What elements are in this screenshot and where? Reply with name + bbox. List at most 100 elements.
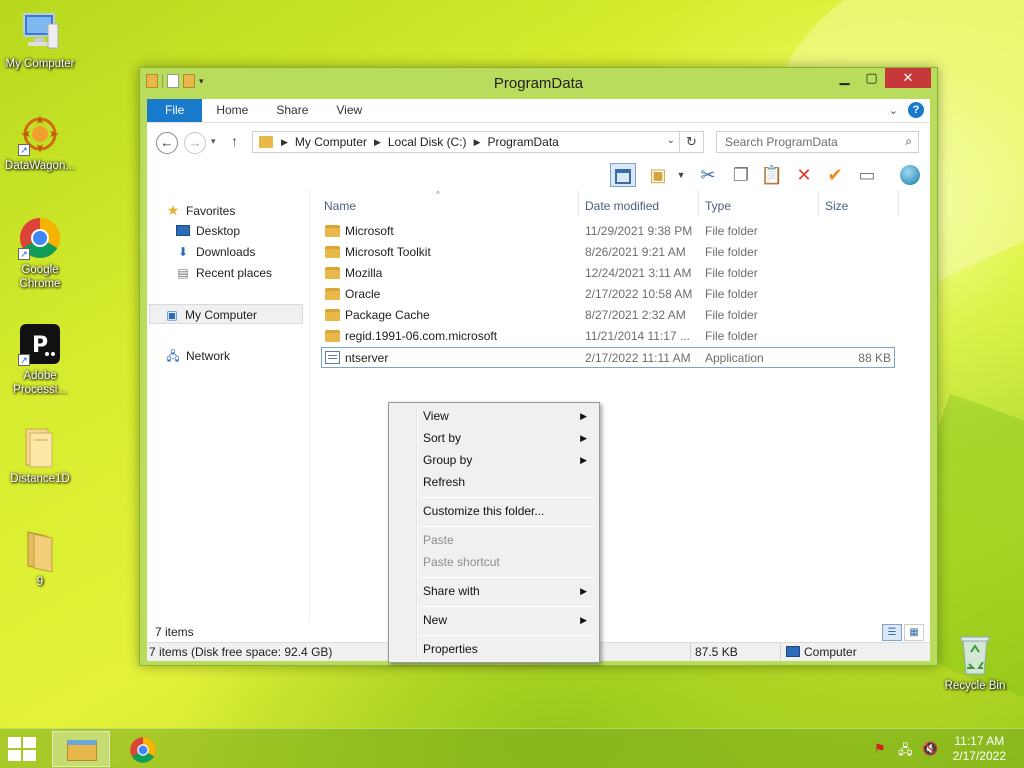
breadcrumb-separator-icon[interactable]: ▶ <box>474 137 481 148</box>
application-icon <box>325 348 340 369</box>
file-row[interactable]: Microsoft 11/29/2021 9:38 PM File folder <box>310 221 931 242</box>
file-date: 11/29/2021 9:38 PM <box>585 224 693 238</box>
delete-icon[interactable]: ✕ <box>791 163 817 187</box>
breadcrumb-my-computer[interactable]: My Computer <box>288 135 374 149</box>
refresh-button[interactable]: ↻ <box>680 131 704 153</box>
volume-muted-icon[interactable]: 🔇 <box>922 741 938 757</box>
file-row[interactable]: Mozilla 12/24/2021 3:11 AM File folder <box>310 263 931 284</box>
desktop-icon-google-chrome[interactable]: ↗ Google Chrome <box>0 216 80 291</box>
menu-separator <box>419 497 595 498</box>
menu-item-sort-by[interactable]: Sort by ▶ <box>391 427 597 449</box>
menu-item-share-with[interactable]: Share with ▶ <box>391 580 597 602</box>
checkmark-icon[interactable]: ✔ <box>822 163 848 187</box>
processing-app-icon: P ↗ <box>18 322 62 366</box>
address-dropdown-icon[interactable]: ⌄ <box>667 135 675 146</box>
menu-item-view[interactable]: View ▶ <box>391 405 597 427</box>
file-row-selected[interactable]: ntserver 2/17/2022 11:11 AM Application … <box>321 347 895 368</box>
nav-label: Recent places <box>196 266 273 280</box>
column-separator[interactable] <box>818 190 819 216</box>
breadcrumb-separator-icon[interactable]: ▶ <box>281 137 288 148</box>
column-size[interactable]: Size <box>825 196 848 216</box>
desktop-icon-distance1d[interactable]: Distance1D <box>0 425 80 486</box>
tab-file[interactable]: File <box>147 99 203 122</box>
nav-network[interactable]: 🖧 Network <box>165 346 230 366</box>
nav-downloads[interactable]: ⬇ Downloads <box>175 242 255 262</box>
desktop-icon <box>175 221 191 241</box>
taskbar: ⚑ 🖧 🔇 11:17 AM 2/17/2022 <box>0 728 1024 768</box>
tab-home[interactable]: Home <box>202 99 262 122</box>
up-arrow-icon[interactable]: ↑ <box>231 133 238 149</box>
column-separator[interactable] <box>578 190 579 216</box>
close-button[interactable]: ✕ <box>885 68 931 88</box>
desktop-icon-adobe-processing[interactable]: P ↗ Adobe Processi... <box>0 322 80 397</box>
copy-icon[interactable]: ❐ <box>728 163 754 187</box>
start-button[interactable] <box>8 737 38 761</box>
network-icon[interactable]: 🖧 <box>898 741 913 763</box>
desktop-icon-datawagon[interactable]: ↗ DataWagon... <box>0 112 80 173</box>
folder-icon <box>18 425 62 469</box>
search-input[interactable]: Search ProgramData ⌕ <box>716 131 919 153</box>
paste-icon[interactable]: 📋 <box>759 163 785 187</box>
windows-logo-icon <box>8 737 21 748</box>
menu-item-customize-folder[interactable]: Customize this folder... <box>391 500 597 522</box>
breadcrumb-separator-icon[interactable]: ▶ <box>374 137 381 148</box>
large-icons-view-icon[interactable]: ▦ <box>904 624 924 641</box>
nav-recent-places[interactable]: ▤ Recent places <box>175 263 272 283</box>
menu-item-properties[interactable]: Properties <box>391 638 597 660</box>
address-bar-row: ← → ▾ ↑ ▶ My Computer ▶ Local Disk (C:) … <box>147 122 930 160</box>
action-center-flag-icon[interactable]: ⚑ <box>874 741 886 757</box>
details-view-icon[interactable]: ☰ <box>882 624 902 641</box>
menu-label: Properties <box>423 642 478 656</box>
column-separator[interactable] <box>898 190 899 216</box>
file-type: File folder <box>705 308 758 322</box>
file-row[interactable]: Microsoft Toolkit 8/26/2021 9:21 AM File… <box>310 242 931 263</box>
item-count: 7 items <box>155 625 194 639</box>
tab-view[interactable]: View <box>322 99 376 122</box>
column-date-modified[interactable]: Date modified <box>585 196 659 216</box>
file-row[interactable]: Oracle 2/17/2022 10:58 AM File folder <box>310 284 931 305</box>
chrome-icon <box>130 737 156 763</box>
chevron-down-icon[interactable]: ▼ <box>668 163 694 187</box>
menu-separator <box>419 577 595 578</box>
menu-label: Paste <box>423 533 454 547</box>
menu-separator <box>419 526 595 527</box>
nav-label: Favorites <box>186 204 236 218</box>
menu-item-refresh[interactable]: Refresh <box>391 471 597 493</box>
taskbar-chrome[interactable] <box>115 731 173 767</box>
folder-icon <box>325 242 340 263</box>
nav-my-computer[interactable]: ▣ My Computer <box>149 304 303 324</box>
column-type[interactable]: Type <box>705 196 731 216</box>
rename-icon[interactable]: ▭ <box>854 163 880 187</box>
breadcrumb-programdata[interactable]: ProgramData <box>480 135 565 149</box>
tab-share[interactable]: Share <box>262 99 322 122</box>
menu-item-group-by[interactable]: Group by ▶ <box>391 449 597 471</box>
forward-button[interactable]: → <box>184 132 206 154</box>
minimize-button[interactable]: ▁ <box>831 68 858 88</box>
taskbar-file-explorer[interactable] <box>52 731 110 767</box>
address-field[interactable]: ▶ My Computer ▶ Local Disk (C:) ▶ Progra… <box>252 131 680 153</box>
preview-pane-button[interactable] <box>610 163 636 187</box>
back-button[interactable]: ← <box>156 132 178 154</box>
nav-favorites[interactable]: ★ Favorites <box>165 200 236 220</box>
desktop-icon-recycle-bin[interactable]: Recycle Bin <box>935 632 1015 693</box>
desktop-icon-my-computer[interactable]: My Computer <box>0 10 80 71</box>
maximize-button[interactable]: ▢ <box>858 68 885 88</box>
file-size: 88 KB <box>858 351 891 365</box>
breadcrumb-local-disk[interactable]: Local Disk (C:) <box>381 135 474 149</box>
file-name: Package Cache <box>345 308 430 322</box>
desktop-icon-9[interactable]: 9 <box>0 528 80 589</box>
cut-icon[interactable]: ✂ <box>695 163 721 187</box>
globe-icon[interactable] <box>897 163 923 187</box>
column-separator[interactable] <box>698 190 699 216</box>
system-clock[interactable]: 11:17 AM 2/17/2022 <box>953 734 1006 764</box>
help-icon[interactable]: ? <box>908 102 924 118</box>
menu-separator <box>419 606 595 607</box>
nav-desktop[interactable]: Desktop <box>175 221 240 241</box>
file-row[interactable]: Package Cache 8/27/2021 2:32 AM File fol… <box>310 305 931 326</box>
file-row[interactable]: regid.1991-06.com.microsoft 11/21/2014 1… <box>310 326 931 347</box>
recent-locations-chevron-icon[interactable]: ▾ <box>211 136 216 147</box>
column-name[interactable]: Name <box>324 196 356 216</box>
chevron-down-icon[interactable]: ⌄ <box>889 104 898 117</box>
menu-item-new[interactable]: New ▶ <box>391 609 597 631</box>
title-bar[interactable]: ▾ ProgramData ▁ ▢ ✕ <box>140 68 937 98</box>
